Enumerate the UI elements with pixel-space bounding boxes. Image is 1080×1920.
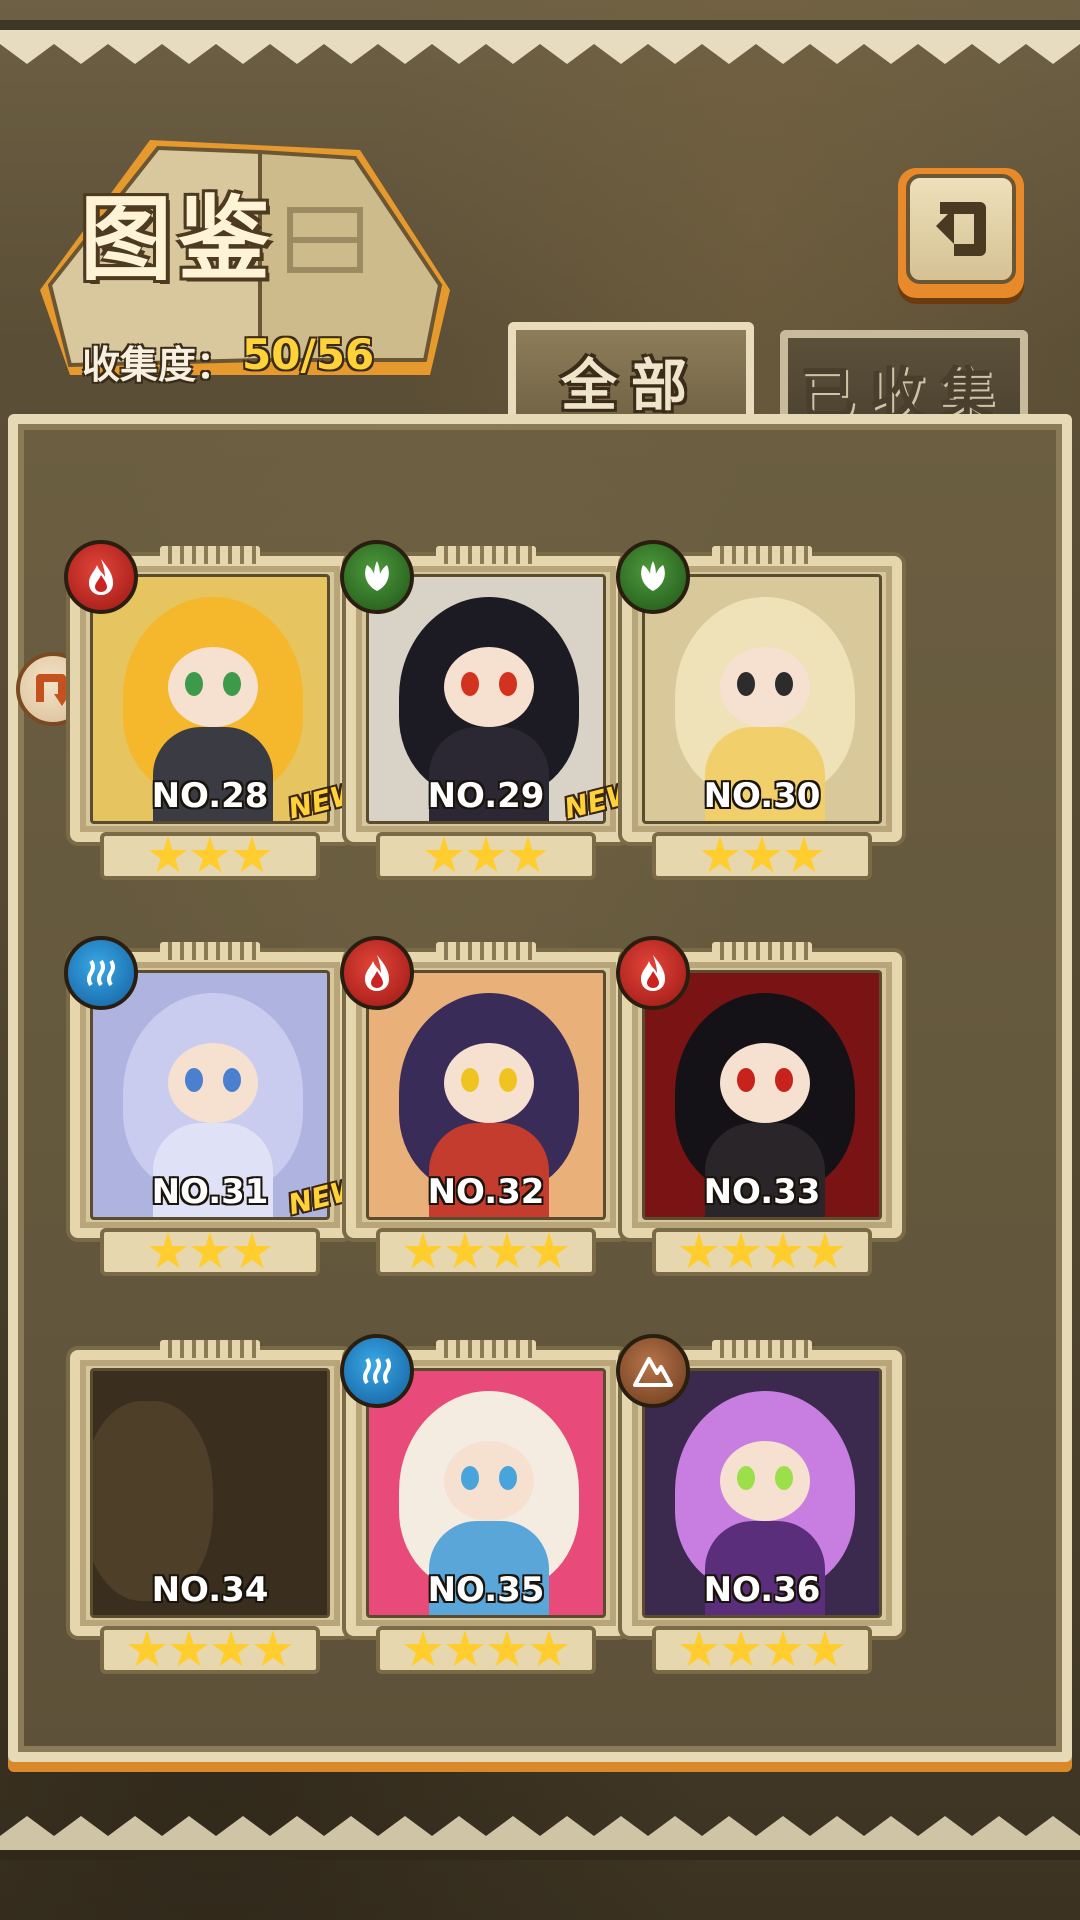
card-top-ornament [712, 1340, 812, 1358]
star-icon [403, 1232, 443, 1269]
star-rating [652, 832, 872, 880]
star-icon [679, 1630, 719, 1667]
collection-label: 收集度： [82, 343, 235, 387]
star-rating [652, 1228, 872, 1276]
flame-icon [64, 540, 138, 614]
leaf-icon [340, 540, 414, 614]
character-card[interactable]: NO.31 NEW [60, 936, 364, 1276]
star-icon [487, 1232, 527, 1269]
flame-icon [616, 936, 690, 1010]
star-icon [763, 1630, 803, 1667]
card-top-ornament [712, 546, 812, 564]
star-icon [784, 836, 824, 873]
character-card[interactable]: NO.35 [336, 1334, 636, 1674]
star-icon [721, 1630, 761, 1667]
star-icon [508, 836, 548, 873]
card-top-ornament [436, 942, 536, 960]
top-zigzag-border [0, 20, 1080, 64]
character-card[interactable]: NO.30 [612, 540, 912, 880]
card-number: NO.33 [703, 1172, 821, 1212]
star-icon [232, 1232, 272, 1269]
star-icon [721, 1232, 761, 1269]
water-waves-icon [340, 1334, 414, 1408]
star-icon [529, 1630, 569, 1667]
star-icon [805, 1232, 845, 1269]
star-icon [466, 836, 506, 873]
character-card[interactable]: NO.36 [612, 1334, 912, 1674]
star-icon [529, 1232, 569, 1269]
star-icon [148, 836, 188, 873]
card-number: NO.35 [427, 1570, 545, 1610]
card-top-ornament [436, 546, 536, 564]
water-waves-icon [64, 936, 138, 1010]
star-icon [169, 1630, 209, 1667]
star-icon [763, 1232, 803, 1269]
flame-icon [340, 936, 414, 1010]
star-icon [445, 1630, 485, 1667]
card-top-ornament [712, 942, 812, 960]
star-rating [652, 1626, 872, 1674]
star-icon [445, 1232, 485, 1269]
star-rating [100, 832, 320, 880]
star-icon [148, 1232, 188, 1269]
collection-value: 50/56 [242, 330, 375, 379]
card-number: NO.36 [703, 1570, 821, 1610]
star-rating [376, 1228, 596, 1276]
star-icon [127, 1630, 167, 1667]
card-top-ornament [160, 942, 260, 960]
page-title: 图鉴 [80, 186, 277, 293]
star-rating [376, 1626, 596, 1674]
star-icon [253, 1630, 293, 1667]
star-rating [376, 832, 596, 880]
card-top-ornament [436, 1340, 536, 1358]
character-card[interactable]: NO.34 [60, 1334, 360, 1674]
star-icon [487, 1630, 527, 1667]
star-icon [679, 1232, 719, 1269]
star-icon [190, 1232, 230, 1269]
star-icon [190, 836, 230, 873]
card-top-ornament [160, 546, 260, 564]
star-icon [424, 836, 464, 873]
back-button[interactable] [898, 168, 1024, 298]
star-icon [742, 836, 782, 873]
star-icon [805, 1630, 845, 1667]
star-icon [211, 1630, 251, 1667]
character-card[interactable]: NO.28 NEW [60, 540, 364, 880]
star-icon [232, 836, 272, 873]
card-number: NO.30 [703, 776, 821, 816]
star-icon [403, 1630, 443, 1667]
back-arrow-icon [906, 174, 1016, 284]
mountain-icon [616, 1334, 690, 1408]
bottom-zigzag-border [0, 1816, 1080, 1860]
star-icon [700, 836, 740, 873]
card-number: NO.34 [151, 1570, 269, 1610]
star-rating [100, 1626, 320, 1674]
card-top-ornament [160, 1340, 260, 1358]
card-number: NO.32 [427, 1172, 545, 1212]
star-rating [100, 1228, 320, 1276]
leaf-icon [616, 540, 690, 614]
character-card[interactable]: NO.29 NEW [336, 540, 640, 880]
character-card[interactable]: NO.32 [336, 936, 636, 1276]
character-card[interactable]: NO.33 [612, 936, 912, 1276]
